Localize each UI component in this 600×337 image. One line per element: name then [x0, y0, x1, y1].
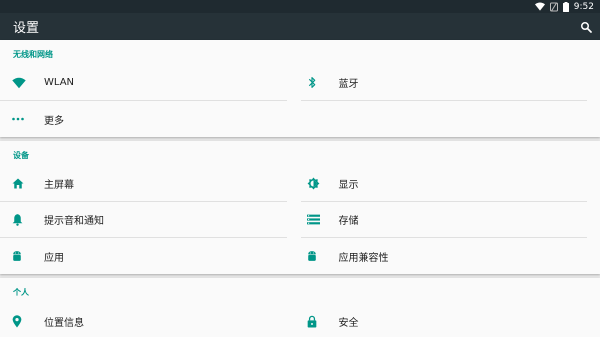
storage-icon — [301, 214, 339, 225]
setting-tile-bluetooth[interactable]: 蓝牙 — [300, 65, 587, 101]
more-dots-icon — [0, 117, 44, 121]
setting-tile-display[interactable]: 显示 — [300, 166, 587, 202]
setting-tile-apps[interactable]: 应用 — [0, 238, 287, 274]
page-title: 设置 — [13, 21, 40, 36]
setting-tile-more[interactable]: 更多 — [0, 101, 287, 137]
tile-label: 提示音和通知 — [44, 216, 104, 227]
android-icon — [0, 250, 44, 263]
tile-label: 位置信息 — [44, 317, 84, 329]
setting-tile-security[interactable]: 安全 — [301, 303, 588, 337]
search-icon — [581, 21, 592, 33]
tile-label: 主屏幕 — [44, 180, 74, 191]
setting-tile-location[interactable]: 位置信息 — [0, 303, 287, 337]
app-bar: 设置 — [0, 13, 600, 40]
section-header: 个人 — [13, 288, 29, 297]
tile-label: 更多 — [44, 115, 64, 127]
setting-tile-home-screen[interactable]: 主屏幕 — [0, 166, 287, 202]
tile-label: 存储 — [338, 216, 359, 227]
section-wireless-networks: 无线和网络 WLAN 蓝牙 更多 — [0, 40, 600, 137]
tile-label: 蓝牙 — [338, 79, 359, 90]
section-device: 设备 主屏幕 显示 提示音和通知 存储 应用 应用兼容性 — [0, 141, 600, 274]
tile-label: 显示 — [338, 180, 359, 191]
search-button[interactable] — [580, 21, 592, 33]
setting-tile-app-compatibility[interactable]: 应用兼容性 — [301, 238, 588, 274]
section-header: 无线和网络 — [13, 50, 53, 59]
tile-label: WLAN — [44, 77, 75, 88]
bluetooth-icon — [301, 76, 339, 89]
status-time: 9:52 — [573, 1, 594, 12]
android-icon — [301, 250, 339, 263]
tile-label: 安全 — [338, 317, 359, 329]
signal-off-icon — [549, 2, 558, 12]
home-icon — [0, 178, 44, 189]
empty-tile — [301, 101, 588, 137]
setting-tile-wlan[interactable]: WLAN — [0, 65, 287, 101]
wifi-icon — [0, 77, 44, 89]
battery-icon — [562, 1, 569, 12]
location-pin-icon — [0, 314, 44, 328]
tile-label: 应用兼容性 — [338, 252, 389, 264]
section-header: 设备 — [13, 151, 29, 160]
lock-icon — [301, 315, 339, 328]
setting-tile-storage[interactable]: 存储 — [300, 202, 587, 238]
brightness-icon — [301, 177, 339, 190]
status-bar: 9:52 — [0, 0, 600, 13]
wifi-status-icon — [534, 2, 545, 11]
setting-tile-sound-notification[interactable]: 提示音和通知 — [0, 202, 287, 238]
section-personal: 个人 位置信息 安全 — [0, 278, 600, 337]
tile-label: 应用 — [44, 252, 64, 264]
bell-icon — [0, 213, 44, 226]
